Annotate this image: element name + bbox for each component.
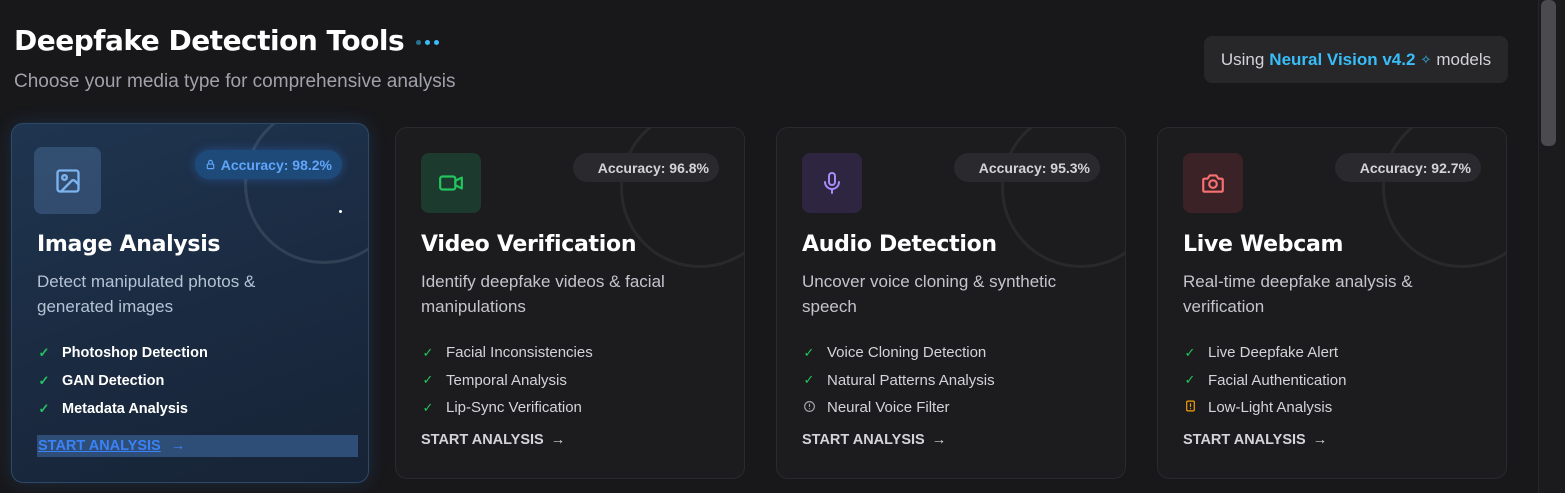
check-icon: ✓ xyxy=(422,344,434,360)
page-title: Deepfake Detection Tools xyxy=(14,24,405,57)
decorative-ring xyxy=(244,124,368,264)
feature-label: Facial Authentication xyxy=(1208,371,1347,389)
start-analysis-button[interactable]: START ANALYSIS → xyxy=(1183,432,1327,448)
warning-icon xyxy=(1183,399,1197,416)
list-item: ✓ Facial Inconsistencies xyxy=(421,339,593,367)
card-title: Video Verification xyxy=(421,232,637,257)
feature-list: ✓ Live Deepfake Alert ✓ Facial Authenticat… xyxy=(1183,339,1347,422)
arrow-right-icon: → xyxy=(1312,432,1328,448)
accuracy-text: Accuracy: 92.7% xyxy=(1359,159,1471,176)
page-header: Deepfake Detection Tools xyxy=(14,24,440,57)
microphone-icon xyxy=(802,153,862,213)
check-icon: ✓ xyxy=(422,372,434,388)
card-title: Audio Detection xyxy=(802,232,997,257)
decorative-ring xyxy=(1382,128,1506,268)
list-item: Neural Voice Filter xyxy=(802,394,995,422)
feature-label: Photoshop Detection xyxy=(62,345,208,361)
list-item: ✓ Voice Cloning Detection xyxy=(802,339,995,367)
accuracy-badge: Accuracy: 95.3% xyxy=(953,153,1100,182)
cta-label: START ANALYSIS xyxy=(802,432,925,448)
list-item: ✓ Live Deepfake Alert xyxy=(1183,339,1346,367)
sparkle-icon: ✧ xyxy=(1420,51,1432,67)
arrow-right-icon: → xyxy=(550,432,566,448)
list-item: ✓ Natural Patterns Analysis xyxy=(802,367,995,395)
sparkle-dot xyxy=(339,210,342,213)
info-icon xyxy=(802,400,816,416)
cta-label: START ANALYSIS xyxy=(1183,432,1306,448)
start-analysis-button[interactable]: START ANALYSIS → xyxy=(802,432,946,448)
decorative-ring xyxy=(1001,128,1125,268)
check-icon: ✓ xyxy=(1184,344,1196,360)
arrow-right-icon: → xyxy=(170,438,186,454)
list-item: ✓ Photoshop Detection xyxy=(37,339,208,367)
check-icon: ✓ xyxy=(1184,372,1196,388)
feature-label: Facial Inconsistencies xyxy=(446,344,593,362)
card-live-webcam[interactable]: Accuracy: 92.7% Live Webcam Real-time de… xyxy=(1157,127,1507,479)
feature-label: Natural Patterns Analysis xyxy=(827,371,995,389)
model-name[interactable]: Neural Vision v4.2 xyxy=(1269,50,1415,70)
feature-label: Voice Cloning Detection xyxy=(827,344,987,362)
model-suffix: models xyxy=(1436,49,1492,69)
check-icon: ✓ xyxy=(422,399,434,415)
image-icon xyxy=(34,147,101,214)
start-analysis-button[interactable]: START ANALYSIS → xyxy=(37,435,358,457)
card-description: Detect manipulated photos & generated im… xyxy=(37,272,256,316)
card-description: Real-time deepfake analysis & verificati… xyxy=(1183,272,1413,316)
feature-label: Neural Voice Filter xyxy=(827,399,950,417)
accuracy-badge: Accuracy: 98.2% xyxy=(194,150,342,179)
feature-label: Low-Light Analysis xyxy=(1208,399,1333,417)
model-info-badge: Using Neural Vision v4.2 ✧ models xyxy=(1204,36,1508,83)
check-icon: ✓ xyxy=(38,373,50,388)
check-icon: ✓ xyxy=(38,401,50,416)
feature-list: ✓ Photoshop Detection ✓ GAN Detection ✓ Met… xyxy=(37,339,208,423)
cta-label: START ANALYSIS xyxy=(421,432,544,448)
card-description: Uncover voice cloning & synthetic speech xyxy=(802,272,1057,316)
card-title: Live Webcam xyxy=(1183,232,1344,257)
decorative-ring xyxy=(620,128,744,268)
list-item: ✓ GAN Detection xyxy=(37,367,208,395)
check-icon: ✓ xyxy=(38,345,50,360)
page-subtitle: Choose your media type for comprehensive… xyxy=(14,71,456,92)
accuracy-badge: Accuracy: 92.7% xyxy=(1334,153,1481,182)
list-item: ✓ Metadata Analysis xyxy=(37,395,208,423)
feature-label: Temporal Analysis xyxy=(446,371,567,389)
lock-icon xyxy=(206,159,214,170)
scrollbar-thumb[interactable] xyxy=(1541,0,1556,146)
card-description: Identify deepfake videos & facial manipu… xyxy=(421,272,665,316)
accuracy-text: Accuracy: 98.2% xyxy=(220,156,332,173)
accuracy-text: Accuracy: 96.8% xyxy=(597,159,709,176)
feature-label: Metadata Analysis xyxy=(62,401,188,417)
feature-label: GAN Detection xyxy=(62,373,165,389)
loading-dots-icon xyxy=(416,40,440,45)
feature-list: ✓ Facial Inconsistencies ✓ Temporal Analys… xyxy=(421,339,593,422)
accuracy-text: Accuracy: 95.3% xyxy=(978,159,1090,176)
check-icon: ✓ xyxy=(803,344,815,360)
feature-label: Lip-Sync Verification xyxy=(446,399,582,417)
card-video-verification[interactable]: Accuracy: 96.8% Video Verification Ident… xyxy=(395,127,745,479)
video-icon xyxy=(421,153,481,213)
model-prefix: Using xyxy=(1220,49,1265,69)
camera-icon xyxy=(1183,153,1243,213)
card-audio-detection[interactable]: Accuracy: 95.3% Audio Detection Uncover … xyxy=(776,127,1126,479)
list-item: ✓ Temporal Analysis xyxy=(421,367,593,395)
arrow-right-icon: → xyxy=(931,432,947,448)
accuracy-badge: Accuracy: 96.8% xyxy=(572,153,719,182)
feature-label: Live Deepfake Alert xyxy=(1208,344,1339,362)
feature-list: ✓ Voice Cloning Detection ✓ Natural Patter… xyxy=(802,339,995,422)
cta-label: START ANALYSIS xyxy=(38,438,161,454)
check-icon: ✓ xyxy=(803,372,815,388)
card-title: Image Analysis xyxy=(37,232,221,257)
list-item: ✓ Lip-Sync Verification xyxy=(421,394,593,422)
card-image-analysis[interactable]: Accuracy: 98.2% Image Analysis Detect ma… xyxy=(11,123,369,483)
list-item: ✓ Facial Authentication xyxy=(1183,367,1347,395)
start-analysis-button[interactable]: START ANALYSIS → xyxy=(421,432,565,448)
list-item: Low-Light Analysis xyxy=(1183,394,1346,422)
